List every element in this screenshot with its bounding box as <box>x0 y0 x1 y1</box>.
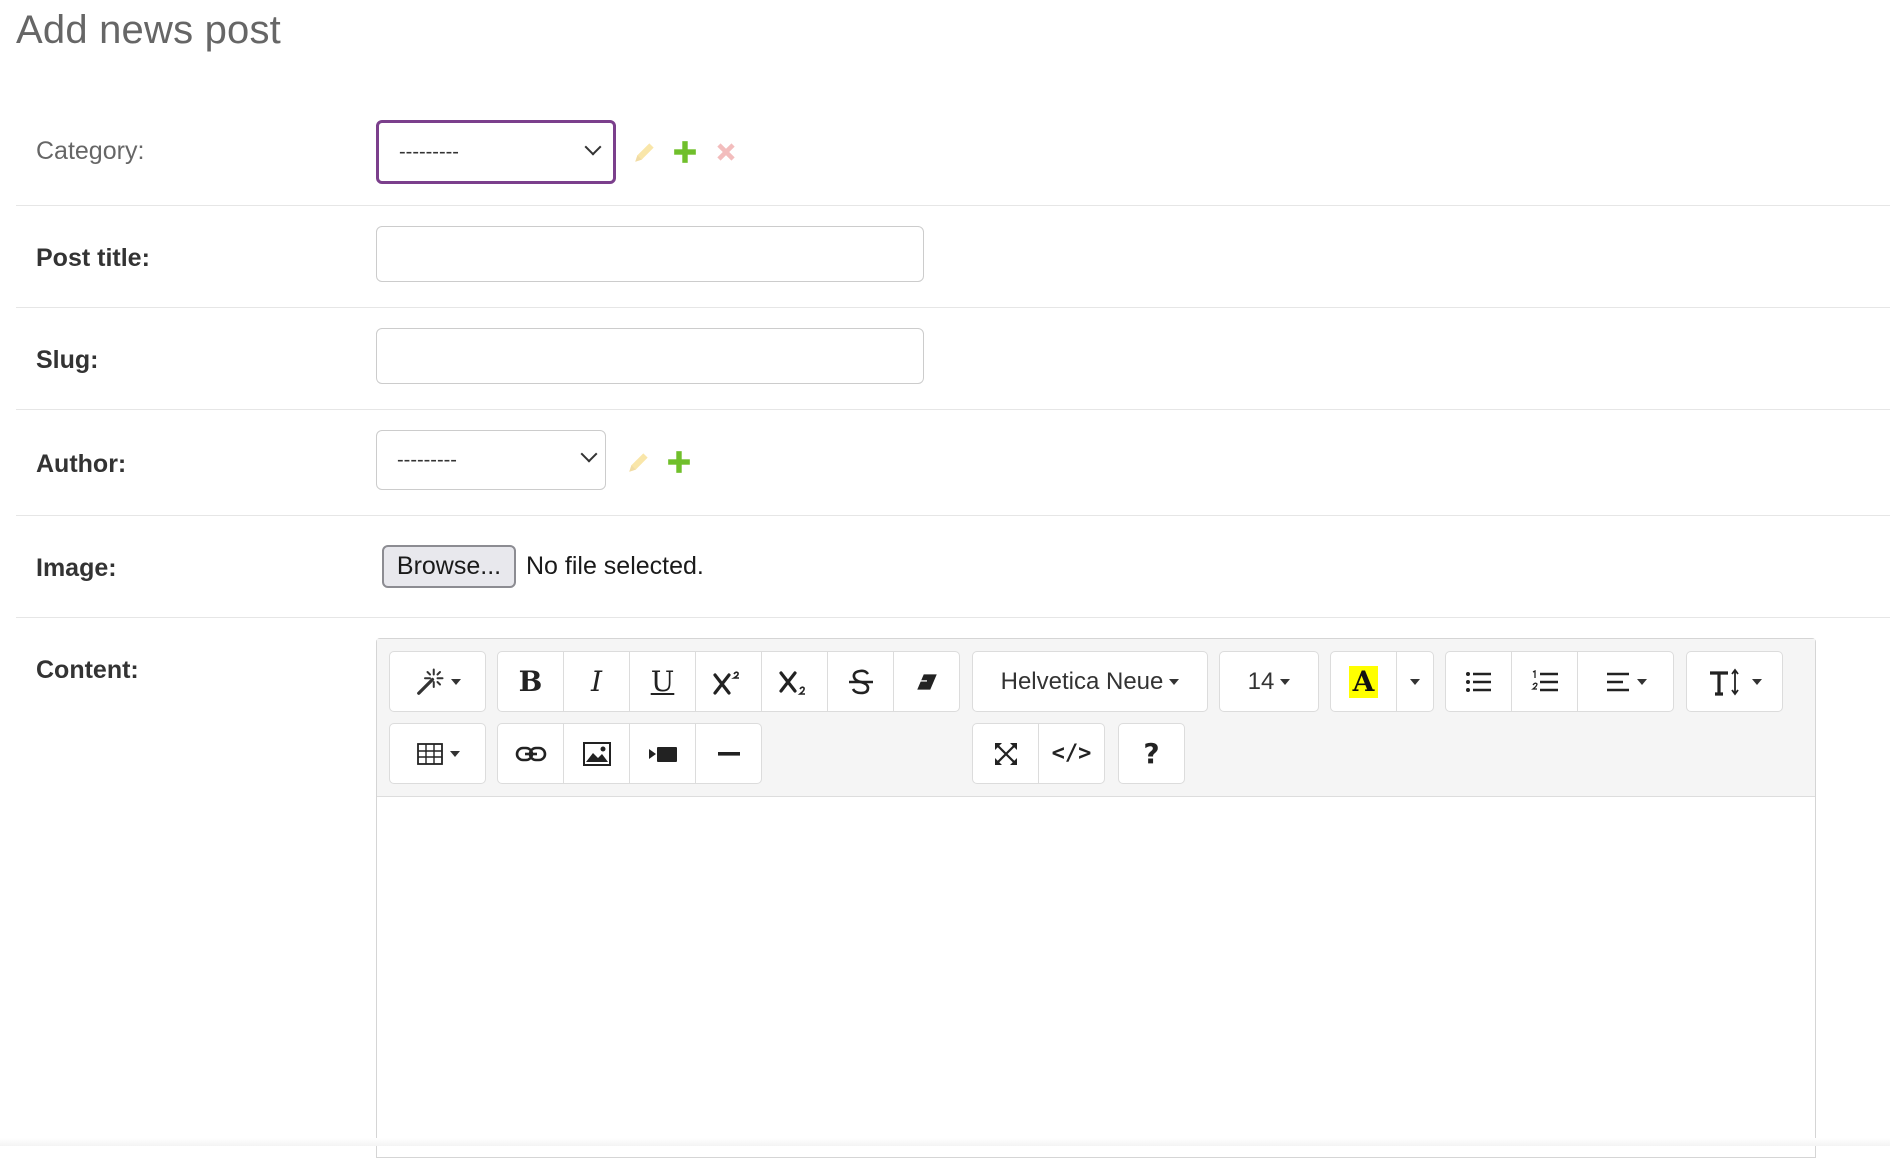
form-row-author: Author: <box>16 410 1890 516</box>
style-group <box>389 651 486 712</box>
rich-text-editor: B I U Helvetica Neue 14 A </> ? <box>376 638 1816 1158</box>
text-highlight-icon: A <box>1348 665 1379 698</box>
underline-button[interactable]: U <box>629 651 696 712</box>
italic-icon: I <box>590 665 603 698</box>
align-left-icon <box>1606 672 1629 691</box>
caret-down-icon <box>1169 678 1180 685</box>
table-group <box>389 723 486 784</box>
text-height-icon <box>1709 668 1739 696</box>
file-status: No file selected. <box>526 552 704 580</box>
caret-down-icon <box>1751 678 1762 685</box>
caret-down-icon <box>1280 678 1291 685</box>
clear-format-button[interactable] <box>893 651 960 712</box>
bold-icon: B <box>518 665 543 698</box>
insert-picture-button[interactable] <box>563 723 630 784</box>
line-height-dropdown[interactable] <box>1686 651 1783 712</box>
font-size-label: 14 <box>1247 667 1275 695</box>
pencil-icon[interactable] <box>632 139 658 165</box>
help-group: ? <box>1118 723 1185 784</box>
magic-wand-icon <box>416 668 443 695</box>
form-row-image: Image: <box>16 516 1890 618</box>
font-size-dropdown[interactable]: 14 <box>1219 651 1319 712</box>
fullscreen-icon <box>994 742 1017 765</box>
page-title: Add news post <box>16 8 281 52</box>
picture-icon <box>582 741 611 766</box>
caret-down-icon <box>1410 678 1420 685</box>
subscript-icon <box>778 670 805 695</box>
underline-icon: U <box>650 665 675 698</box>
category-select[interactable]: --------- <box>376 120 616 184</box>
post-title-input[interactable] <box>376 226 924 282</box>
minus-icon <box>717 751 740 756</box>
color-group: A <box>1330 651 1434 712</box>
font-name-group: Helvetica Neue <box>972 651 1208 712</box>
superscript-icon <box>712 670 739 695</box>
help-button[interactable]: ? <box>1118 723 1185 784</box>
fullscreen-button[interactable] <box>972 723 1039 784</box>
code-view-button[interactable]: </> <box>1038 723 1105 784</box>
strikethrough-icon <box>848 669 873 694</box>
view-group: </> <box>972 723 1105 784</box>
caret-down-icon <box>1636 678 1647 685</box>
caret-down-icon <box>449 750 460 757</box>
plus-icon[interactable] <box>672 139 698 165</box>
table-icon <box>416 742 443 765</box>
link-icon <box>515 746 546 761</box>
caret-down-icon <box>450 678 461 685</box>
ordered-list-button[interactable] <box>1511 651 1578 712</box>
slug-input[interactable] <box>376 328 924 384</box>
form-row-category: Category: <box>16 95 1890 206</box>
insert-link-button[interactable] <box>497 723 564 784</box>
pencil-icon[interactable] <box>626 449 652 475</box>
content-label: Content: <box>36 656 139 684</box>
color-dropdown[interactable] <box>1396 651 1434 712</box>
paragraph-group <box>1445 651 1674 712</box>
subscript-button[interactable] <box>761 651 828 712</box>
help-icon: ? <box>1143 737 1160 770</box>
category-label: Category: <box>36 137 145 165</box>
post-title-label: Post title: <box>36 244 150 272</box>
video-icon <box>648 746 677 762</box>
paragraph-align-dropdown[interactable] <box>1577 651 1674 712</box>
code-icon: </> <box>1051 741 1092 766</box>
bullet-list-icon <box>1465 671 1491 692</box>
slug-label: Slug: <box>36 346 99 374</box>
font-size-group: 14 <box>1219 651 1319 712</box>
line-height-group <box>1686 651 1783 712</box>
eraser-icon <box>916 673 937 690</box>
plus-icon[interactable] <box>666 449 692 475</box>
bold-button[interactable]: B <box>497 651 564 712</box>
superscript-button[interactable] <box>695 651 762 712</box>
font-name-label: Helvetica Neue <box>1000 667 1164 695</box>
author-select[interactable]: --------- <box>376 430 606 490</box>
horizontal-rule-button[interactable] <box>695 723 762 784</box>
insert-video-button[interactable] <box>629 723 696 784</box>
insert-group <box>497 723 762 784</box>
italic-button[interactable]: I <box>563 651 630 712</box>
x-icon[interactable] <box>713 139 739 165</box>
editor-toolbar: B I U Helvetica Neue 14 A </> ? <box>377 639 1815 797</box>
image-label: Image: <box>36 554 117 582</box>
style-dropdown[interactable] <box>389 651 486 712</box>
numbered-list-icon <box>1530 669 1558 691</box>
editor-content-area[interactable] <box>377 798 1815 1157</box>
recent-color-button[interactable]: A <box>1330 651 1397 712</box>
table-dropdown[interactable] <box>389 723 486 784</box>
browse-button[interactable]: Browse... <box>382 545 516 588</box>
form-row-slug: Slug: <box>16 308 1890 410</box>
strikethrough-button[interactable] <box>827 651 894 712</box>
form-row-post-title: Post title: <box>16 206 1890 308</box>
author-label: Author: <box>36 450 127 478</box>
font-style-group: B I U <box>497 651 960 712</box>
font-name-dropdown[interactable]: Helvetica Neue <box>972 651 1208 712</box>
unordered-list-button[interactable] <box>1445 651 1512 712</box>
bottom-fade <box>0 1138 1890 1146</box>
